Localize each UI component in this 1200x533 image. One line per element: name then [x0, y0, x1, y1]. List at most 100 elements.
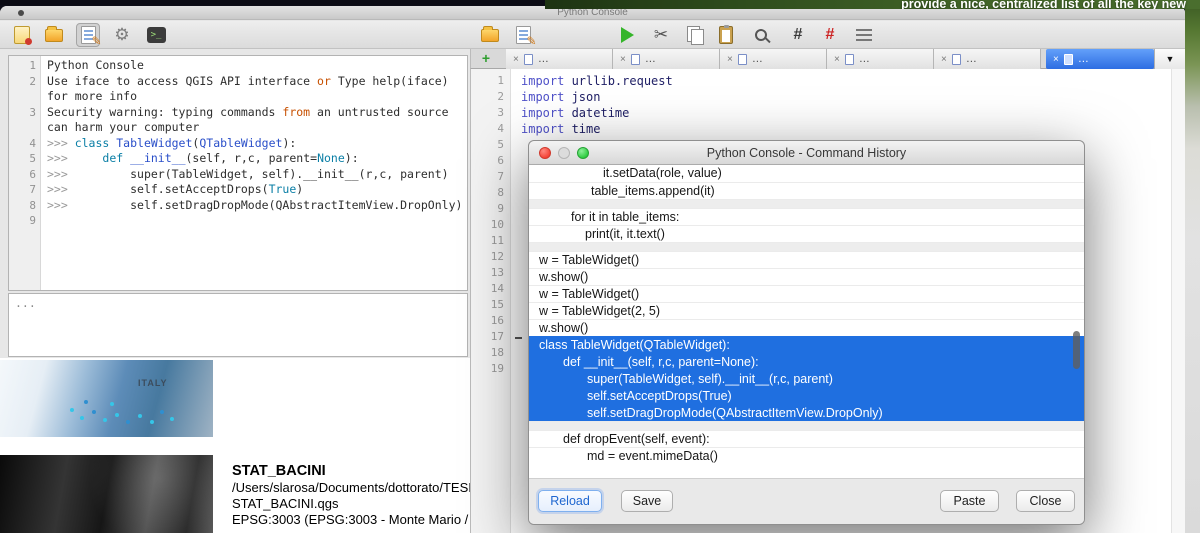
console-line: 9: [9, 213, 467, 229]
line-number: 4: [9, 136, 41, 152]
tab-doc-icon: [631, 54, 640, 65]
history-item[interactable]: w.show(): [529, 268, 1084, 285]
tab-label: …: [752, 53, 763, 65]
history-separator: [529, 421, 1084, 430]
line-number: 9: [9, 213, 41, 229]
new-tab-icon[interactable]: +: [479, 51, 493, 66]
editor-line: 4import time: [471, 121, 1185, 137]
history-separator: [529, 199, 1084, 208]
history-item[interactable]: it.setData(role, value): [529, 165, 1084, 182]
editor-line: 3import datetime: [471, 105, 1185, 121]
editor-tab[interactable]: ×…: [506, 49, 613, 69]
history-item[interactable]: print(it, it.text(): [529, 225, 1084, 242]
editor-tab[interactable]: ×…: [934, 49, 1041, 69]
tab-close-icon[interactable]: ×: [513, 54, 519, 65]
line-number: 3: [9, 105, 41, 121]
close-window-icon[interactable]: [539, 147, 551, 159]
options-icon[interactable]: [110, 23, 134, 47]
copy-icon[interactable]: [683, 23, 707, 47]
history-item-selected[interactable]: self.setAcceptDrops(True): [529, 387, 1084, 404]
history-item[interactable]: table_items.append(it): [529, 182, 1084, 199]
reload-button[interactable]: Reload: [538, 490, 602, 512]
line-number: 7: [9, 182, 41, 198]
paste-button[interactable]: Paste: [940, 490, 999, 512]
tab-close-icon[interactable]: ×: [834, 54, 840, 65]
history-item[interactable]: w = TableWidget(): [529, 251, 1084, 268]
console-line: 2Use iface to access QGIS API interface …: [9, 74, 467, 90]
tab-doc-icon: [738, 54, 747, 65]
zoom-window-icon[interactable]: [577, 147, 589, 159]
editor-tab[interactable]: ×…: [720, 49, 827, 69]
run-script-icon[interactable]: [615, 23, 639, 47]
history-item[interactable]: w = TableWidget(): [529, 285, 1084, 302]
history-item[interactable]: w.show(): [529, 319, 1084, 336]
command-history-list[interactable]: it.setData(role, value)table_items.appen…: [529, 165, 1084, 480]
copy-icon: [687, 26, 703, 44]
window-control-icon[interactable]: [18, 10, 24, 16]
line-number: 3: [471, 105, 511, 121]
tab-label: …: [645, 53, 656, 65]
history-item-selected[interactable]: def __init__(self, r,c, parent=None):: [529, 353, 1084, 370]
tab-close-icon[interactable]: ×: [620, 54, 626, 65]
uncomment-icon[interactable]: [818, 23, 842, 47]
recent-project-thumbnail-italy[interactable]: ITALY: [0, 360, 213, 437]
tab-close-icon[interactable]: ×: [1053, 54, 1059, 65]
open-script-icon: [481, 29, 499, 42]
tab-overflow-dropdown[interactable]: ▼: [1154, 49, 1185, 69]
run-command-icon[interactable]: [144, 23, 168, 47]
history-item-selected[interactable]: super(TableWidget, self).__init__(r,c, p…: [529, 370, 1084, 387]
recent-project-thumbnail-stat-bacini[interactable]: [0, 455, 213, 533]
tab-close-icon[interactable]: ×: [941, 54, 947, 65]
find-text-icon: [755, 29, 767, 41]
fold-marker-icon[interactable]: [515, 337, 522, 339]
console-line: for more info: [9, 89, 467, 105]
paste-icon[interactable]: [714, 23, 738, 47]
editor-tab[interactable]: ×…: [827, 49, 934, 69]
object-inspector-icon: [856, 29, 872, 41]
console-input[interactable]: ...: [8, 293, 468, 357]
line-number: 10: [471, 217, 511, 233]
tab-label: …: [538, 53, 549, 65]
import-class-icon[interactable]: [42, 23, 66, 47]
close-button[interactable]: Close: [1016, 490, 1075, 512]
tab-label: …: [1078, 53, 1089, 65]
object-inspector-icon[interactable]: [852, 23, 876, 47]
history-item[interactable]: for it in table_items:: [529, 208, 1084, 225]
comment-icon[interactable]: [786, 23, 810, 47]
cut-icon[interactable]: [649, 23, 673, 47]
save-script-icon[interactable]: [511, 23, 535, 47]
history-item-selected[interactable]: self.setDragDropMode(QAbstractItemView.D…: [529, 404, 1084, 421]
history-item-selected[interactable]: class TableWidget(QTableWidget):: [529, 336, 1084, 353]
map-points: [70, 408, 74, 412]
history-item[interactable]: md = event.mimeData(): [529, 447, 1084, 464]
paste-icon: [719, 26, 733, 44]
clear-console-icon: [14, 26, 30, 44]
open-script-icon[interactable]: [478, 23, 502, 47]
history-scrollbar-thumb[interactable]: [1073, 331, 1080, 369]
tab-doc-icon: [524, 54, 533, 65]
line-number: 8: [471, 185, 511, 201]
find-text-icon[interactable]: [749, 23, 773, 47]
editor-line: 2import json: [471, 89, 1185, 105]
tab-doc-icon: [952, 54, 961, 65]
dialog-titlebar[interactable]: Python Console - Command History: [529, 141, 1084, 165]
clear-console-icon[interactable]: [10, 23, 34, 47]
minimize-window-icon[interactable]: [558, 147, 570, 159]
console-output[interactable]: 1Python Console2Use iface to access QGIS…: [8, 55, 468, 291]
editor-scrollbar[interactable]: [1171, 69, 1185, 533]
save-button[interactable]: Save: [621, 490, 673, 512]
line-number: 5: [471, 137, 511, 153]
show-editor-icon: [81, 26, 96, 44]
line-number: 6: [9, 167, 41, 183]
line-number: 8: [9, 198, 41, 214]
editor-tab-selected[interactable]: ×…: [1046, 49, 1154, 69]
line-number: 16: [471, 313, 511, 329]
line-number: 2: [9, 74, 41, 90]
history-item[interactable]: def dropEvent(self, event):: [529, 430, 1084, 447]
show-editor-icon[interactable]: [76, 23, 100, 47]
window-traffic-lights: [539, 147, 589, 159]
tab-close-icon[interactable]: ×: [727, 54, 733, 65]
line-number: 15: [471, 297, 511, 313]
editor-tab[interactable]: ×…: [613, 49, 720, 69]
history-item[interactable]: w = TableWidget(2, 5): [529, 302, 1084, 319]
